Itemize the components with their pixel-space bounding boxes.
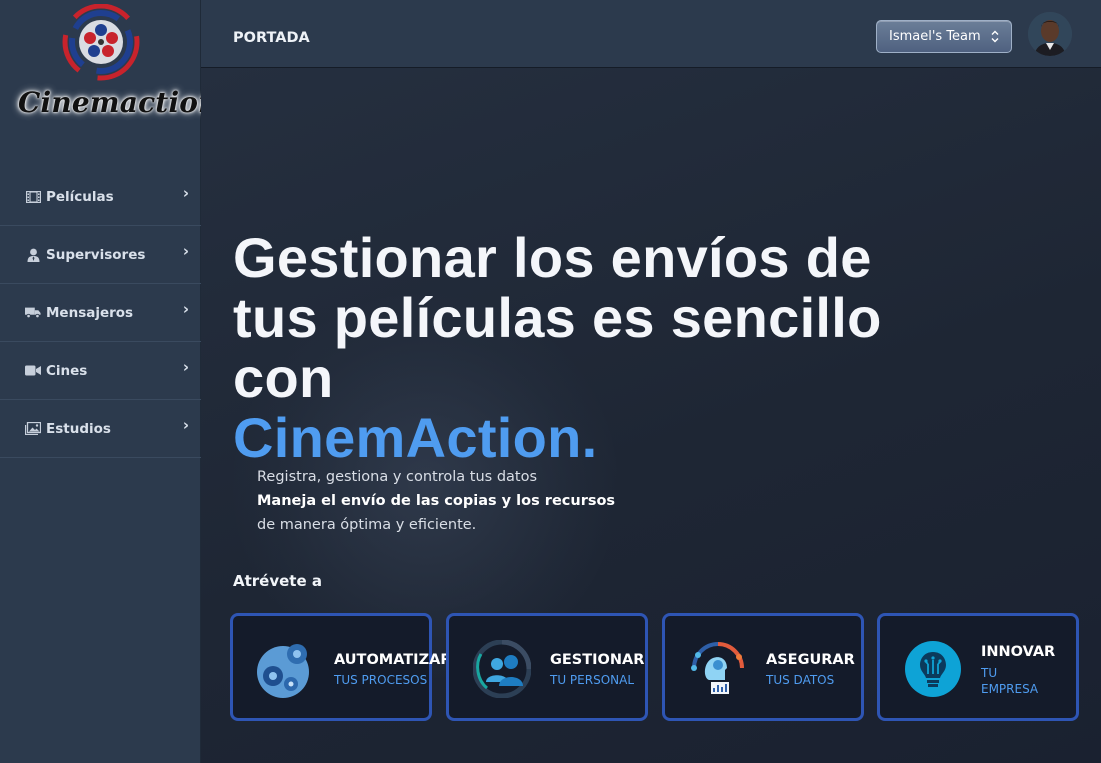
dare-label: Atrévete a bbox=[233, 572, 322, 590]
chevron-right-icon: › bbox=[182, 358, 189, 376]
card-subtitle: TUS PROCESOS bbox=[334, 673, 428, 687]
sidebar-item-supervisores[interactable]: Supervisores › bbox=[0, 226, 201, 284]
sidebar-item-mensajeros[interactable]: Mensajeros › bbox=[0, 284, 201, 342]
card-gestionar[interactable]: GESTIONAR TU PERSONAL bbox=[446, 613, 648, 721]
user-tie-icon bbox=[25, 248, 41, 262]
card-asegurar[interactable]: ASEGURAR TUS DATOS bbox=[662, 613, 864, 721]
card-title: ASEGURAR bbox=[766, 652, 855, 668]
page-title: PORTADA bbox=[233, 30, 310, 46]
app-logo[interactable]: Cinemaction bbox=[14, 3, 219, 129]
hero-sub-2: Maneja el envío de las copias y los recu… bbox=[257, 493, 616, 509]
chevron-right-icon: › bbox=[182, 242, 189, 260]
sidebar-item-peliculas[interactable]: Películas › bbox=[0, 168, 201, 226]
hero-line-1: Gestionar los envíos de bbox=[233, 226, 872, 289]
sidebar-item-label: Películas bbox=[46, 188, 114, 205]
card-title: GESTIONAR bbox=[550, 652, 645, 668]
film-reel-logo-icon bbox=[62, 3, 140, 81]
user-avatar-icon bbox=[1028, 12, 1072, 56]
sidebar-item-label: Estudios bbox=[46, 420, 111, 437]
sidebar-item-label: Cines bbox=[46, 362, 88, 379]
hero-sub-3: de manera óptima y eficiente. bbox=[257, 517, 477, 533]
card-subtitle: TU PERSONAL bbox=[550, 673, 635, 687]
chevron-right-icon: › bbox=[182, 416, 189, 434]
chevron-right-icon: › bbox=[182, 184, 189, 202]
chevron-right-icon: › bbox=[182, 300, 189, 318]
video-camera-icon bbox=[25, 364, 41, 378]
hero-sub-1: Registra, gestiona y controla tus datos bbox=[257, 469, 538, 485]
card-title: INNOVAR bbox=[981, 644, 1056, 660]
hero-brand: CinemAction. bbox=[233, 406, 598, 469]
logo-text: Cinemaction bbox=[18, 86, 219, 119]
data-security-icon bbox=[689, 640, 747, 698]
film-icon bbox=[25, 190, 41, 204]
card-subtitle: TU EMPRESA bbox=[981, 666, 1039, 696]
card-subtitle: TUS DATOS bbox=[766, 673, 835, 687]
images-icon bbox=[25, 422, 41, 436]
sidebar-item-cines[interactable]: Cines › bbox=[0, 342, 201, 400]
select-caret-icon bbox=[991, 21, 999, 65]
lightbulb-icon bbox=[904, 640, 962, 698]
sidebar-nav: Películas › Supervisores › Mensajeros › … bbox=[0, 168, 201, 458]
card-title: AUTOMATIZAR bbox=[334, 652, 452, 668]
card-innovar[interactable]: INNOVAR TU EMPRESA bbox=[877, 613, 1079, 721]
main-content: Gestionar los envíos de tus películas es… bbox=[201, 68, 1101, 763]
hero-line-2: tus películas es sencillo bbox=[233, 286, 882, 349]
avatar[interactable] bbox=[1028, 12, 1072, 56]
sidebar-item-label: Supervisores bbox=[46, 246, 146, 263]
top-bar: PORTADA Ismael's Team bbox=[201, 0, 1101, 68]
hero-headline: Gestionar los envíos de tus películas es… bbox=[233, 228, 933, 468]
sidebar-item-estudios[interactable]: Estudios › bbox=[0, 400, 201, 458]
team-select-value: Ismael's Team bbox=[889, 29, 981, 44]
sidebar-item-label: Mensajeros bbox=[46, 304, 134, 321]
truck-icon bbox=[25, 306, 41, 320]
hero-line-3: con bbox=[233, 346, 334, 409]
gears-icon bbox=[257, 640, 315, 698]
sidebar: Cinemaction Películas › Supervisores › M… bbox=[0, 0, 219, 763]
hero-description: Registra, gestiona y controla tus datos … bbox=[257, 465, 615, 537]
team-select[interactable]: Ismael's Team bbox=[876, 20, 1012, 53]
team-management-icon bbox=[472, 639, 532, 699]
card-automatizar[interactable]: AUTOMATIZAR TUS PROCESOS bbox=[230, 613, 451, 721]
